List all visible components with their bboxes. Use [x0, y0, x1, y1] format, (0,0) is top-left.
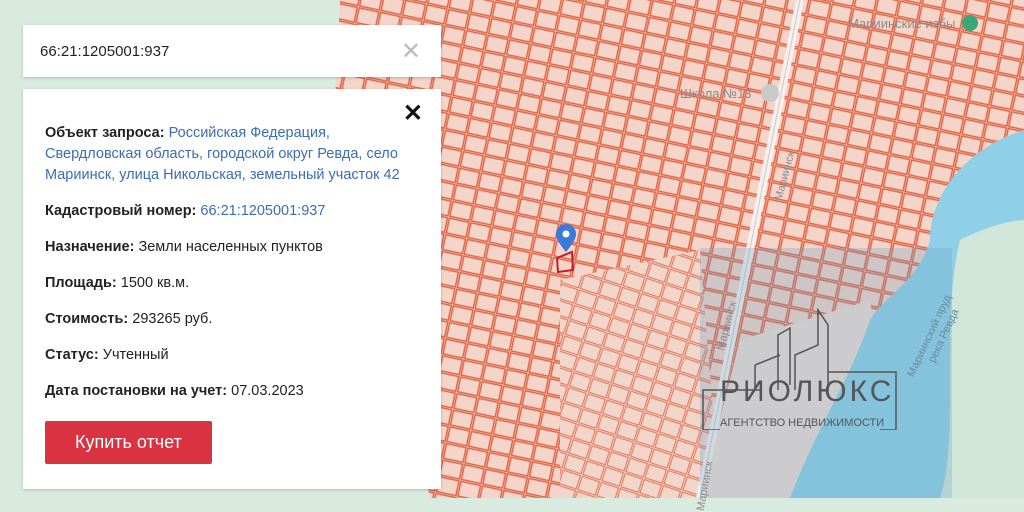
row-label: Объект запроса:	[45, 125, 165, 141]
cadastral-number-link[interactable]: 66:21:1205001:937	[200, 203, 325, 219]
row-label: Дата постановки на учет:	[45, 383, 228, 399]
row-label: Стоимость:	[45, 311, 129, 327]
info-row-cost: Стоимость: 293265 руб.	[45, 309, 419, 330]
map-label-school: Школа №13	[680, 86, 752, 101]
watermark-brand: РИОЛЮКС	[720, 375, 895, 408]
watermark-subtitle: АГЕНТСТВО НЕДВИЖИМОСТИ	[720, 417, 885, 429]
info-row-purpose: Назначение: Земли населенных пунктов	[45, 237, 419, 258]
row-value: 07.03.2023	[231, 383, 304, 399]
buy-report-button[interactable]: Купить отчет	[45, 421, 212, 464]
search-box[interactable]: 66:21:1205001:937 ✕	[23, 25, 441, 77]
row-label: Назначение:	[45, 239, 135, 255]
info-row-cadastral: Кадастровый номер: 66:21:1205001:937	[45, 201, 419, 222]
row-label: Кадастровый номер:	[45, 203, 197, 219]
search-input[interactable]: 66:21:1205001:937	[40, 43, 401, 60]
info-row-object: Объект запроса: Российская Федерация, Св…	[45, 123, 419, 186]
row-value: 1500 кв.м.	[120, 275, 190, 291]
info-row-status: Статус: Учтенный	[45, 345, 419, 366]
close-icon[interactable]: ✕	[403, 99, 423, 128]
row-label: Площадь:	[45, 275, 117, 291]
row-value: Земли населенных пунктов	[138, 239, 323, 255]
row-label: Статус:	[45, 347, 99, 363]
map-label-izby: Мариинские избы	[848, 16, 956, 31]
clear-search-icon[interactable]: ✕	[401, 37, 421, 66]
row-value: Учтенный	[102, 347, 169, 363]
watermark-logo: РИОЛЮКС АГЕНТСТВО НЕДВИЖИМОСТИ	[700, 300, 900, 430]
info-row-date: Дата постановки на учет: 07.03.2023	[45, 381, 419, 402]
info-row-area: Площадь: 1500 кв.м.	[45, 273, 419, 294]
parcel-info-card: ✕ Объект запроса: Российская Федерация, …	[23, 89, 441, 489]
row-value: 293265 руб.	[132, 311, 213, 327]
